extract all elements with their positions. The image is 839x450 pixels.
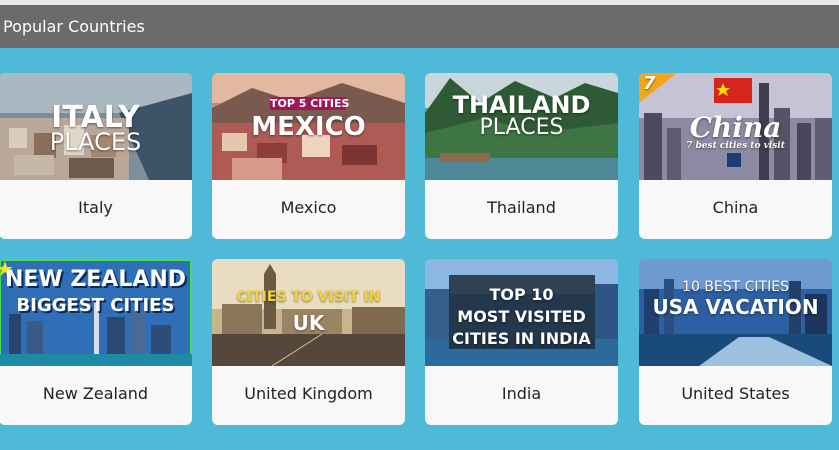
thumbnail-title: MEXICO	[251, 112, 366, 142]
country-card-mexico[interactable]: TOP 5 CITIES MEXICO Mexico	[212, 73, 405, 239]
thumbnail-subtitle: PLACES	[49, 128, 142, 156]
country-name: Mexico	[280, 198, 337, 217]
country-name: United Kingdom	[244, 384, 373, 403]
country-name: China	[712, 198, 759, 217]
thumbnail-title: China	[689, 111, 782, 144]
thumbnail-subtitle: BIGGEST CITIES	[16, 295, 175, 316]
country-card-china[interactable]: 7 China 7 best cities to visit China	[639, 73, 832, 239]
section-title: Popular Countries	[3, 17, 145, 36]
thumbnail-subtitle: 10 BEST CITIES	[682, 279, 789, 295]
country-card-italy[interactable]: ITALY PLACES Italy	[0, 73, 192, 239]
country-card-united-kingdom[interactable]: CITIES TO VISIT IN UK United Kingdom	[212, 259, 405, 425]
thumbnail-subtitle: 7 best cities to visit	[686, 141, 785, 151]
thumbnail-line-3: CITIES IN INDIA	[452, 329, 591, 348]
thumbnail-title: CITIES TO VISIT IN	[236, 289, 381, 305]
thumbnail-line-1: TOP 10	[489, 285, 554, 304]
ranking-number: 7	[643, 73, 656, 94]
country-name: New Zealand	[42, 384, 149, 403]
country-name: Italy	[78, 198, 113, 217]
country-card-india[interactable]: TOP 10 MOST VISITED CITIES IN INDIA Indi…	[425, 259, 618, 425]
country-card-new-zealand[interactable]: NEW ZEALAND BIGGEST CITIES New Zealand	[0, 259, 192, 425]
thumbnail-line-2: MOST VISITED	[457, 307, 586, 326]
country-card-united-states[interactable]: 10 BEST CITIES USA VACATION United State…	[639, 259, 832, 425]
country-name: Thailand	[487, 198, 556, 217]
section-header: Popular Countries	[0, 5, 839, 48]
thumbnail-title: NEW ZEALAND	[4, 267, 187, 292]
thumbnail-subtitle: UK	[292, 311, 325, 335]
thumbnail-tag: TOP 5 CITIES	[270, 97, 350, 110]
country-card-thailand[interactable]: THAILAND PLACES Thailand	[425, 73, 618, 239]
thumbnail-title: USA VACATION	[652, 295, 819, 319]
thumbnail-subtitle: PLACES	[479, 115, 564, 140]
country-name: India	[501, 384, 542, 403]
country-name: United States	[681, 384, 790, 403]
